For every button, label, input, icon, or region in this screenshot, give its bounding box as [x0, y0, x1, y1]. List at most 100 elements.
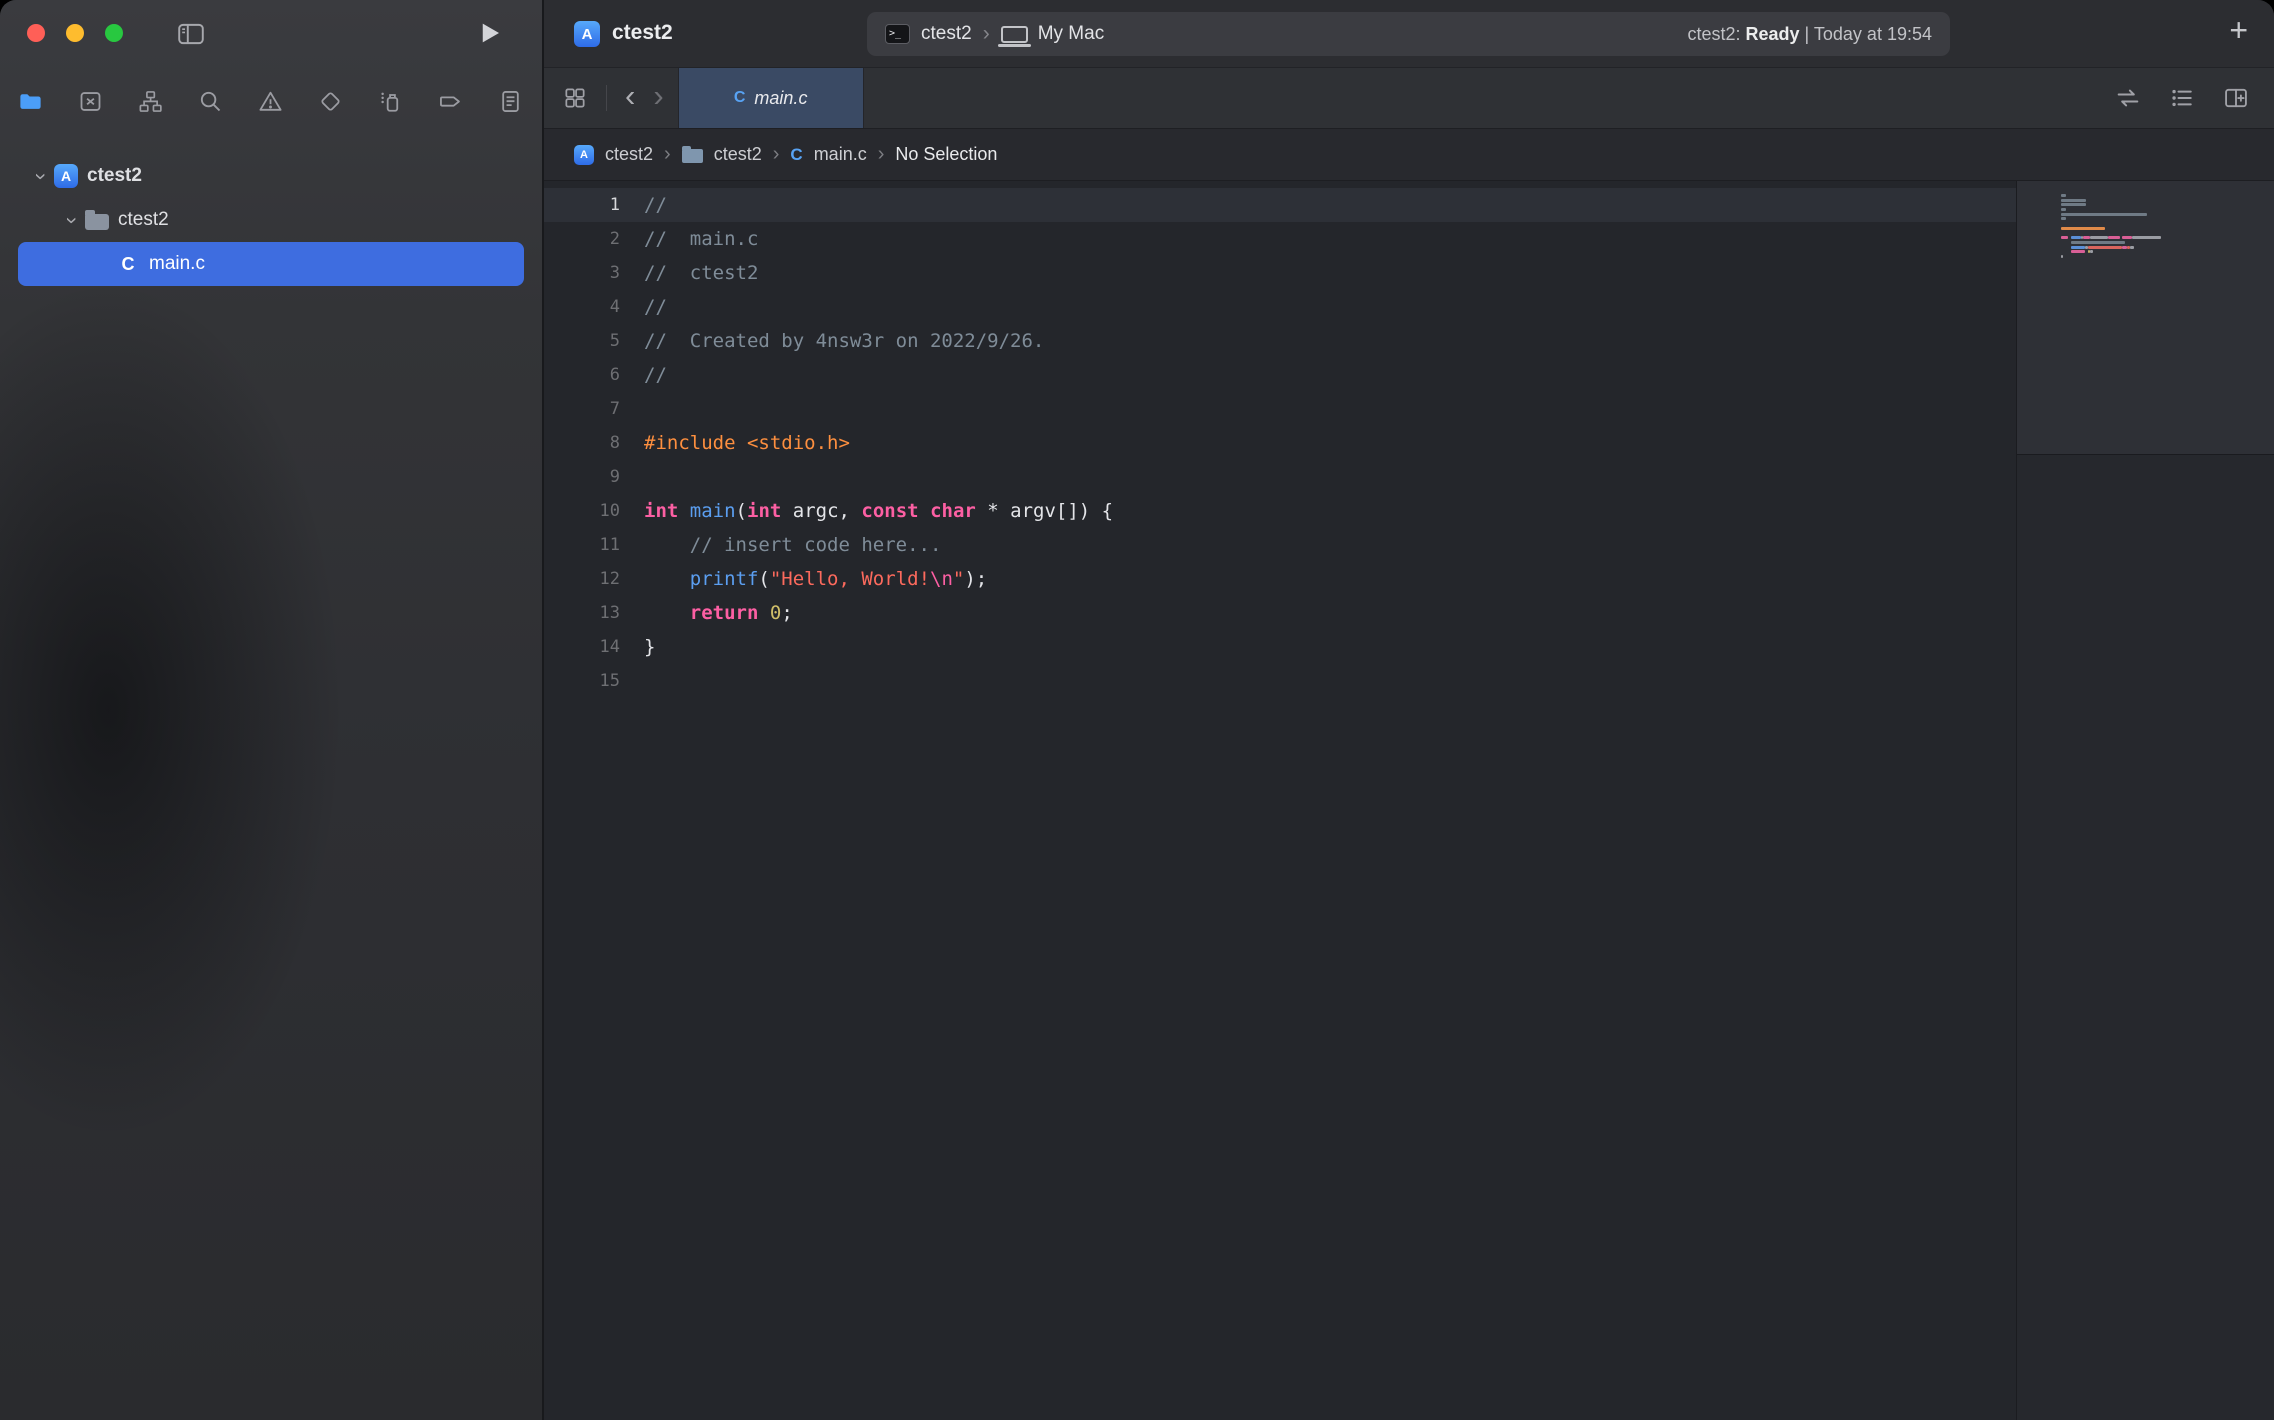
- jump-bar: A ctest2 › ctest2 › C main.c › No Select…: [544, 129, 2274, 181]
- go-forward-button[interactable]: ›: [653, 80, 663, 116]
- line-text: }: [644, 630, 655, 664]
- minimap-line: [2061, 241, 2161, 244]
- code-line-6[interactable]: 6//: [544, 358, 2016, 392]
- xcode-project-icon: A: [574, 21, 600, 47]
- code-line-8[interactable]: 8#include <stdio.h>: [544, 426, 2016, 460]
- line-number: 11: [544, 528, 620, 562]
- disclosure-chevron-icon[interactable]: ›: [31, 163, 52, 189]
- crumb-file[interactable]: main.c: [814, 144, 867, 165]
- symbol-navigator-icon[interactable]: [137, 88, 164, 115]
- line-number: 6: [544, 358, 620, 392]
- code-line-12[interactable]: 12 printf("Hello, World!\n");: [544, 562, 2016, 596]
- navigator-sidebar: ›Actest2›ctest2Cmain.c: [0, 0, 542, 1420]
- line-number: 14: [544, 630, 620, 664]
- scheme-and-activity: >_ ctest2 › My Mac ctest2: Ready | Today…: [867, 12, 1950, 56]
- source-control-navigator-icon[interactable]: [77, 88, 104, 115]
- adjust-editor-options-icon[interactable]: [2168, 84, 2196, 112]
- code-line-14[interactable]: 14}: [544, 630, 2016, 664]
- c-file-crumb-icon: C: [790, 145, 802, 165]
- run-button[interactable]: [474, 18, 504, 48]
- tree-item-main.c[interactable]: Cmain.c: [18, 242, 524, 286]
- status-project: ctest2:: [1687, 24, 1740, 44]
- code-review-icon[interactable]: [2114, 84, 2142, 112]
- line-text: printf("Hello, World!\n");: [644, 562, 987, 596]
- destination-selector[interactable]: My Mac: [1038, 23, 1105, 45]
- c-file-icon: C: [116, 252, 140, 276]
- line-text: // Created by 4nsw3r on 2022/9/26.: [644, 324, 1044, 358]
- code-area[interactable]: 1//2// main.c3// ctest24//5 // Created by…: [544, 181, 2016, 1420]
- project-navigator-icon[interactable]: [17, 88, 44, 115]
- close-window-button[interactable]: [27, 24, 45, 42]
- line-number: 4: [544, 290, 620, 324]
- line-number: 10: [544, 494, 620, 528]
- sidebar-toolbar: [0, 0, 542, 68]
- window-title: ctest2: [612, 21, 673, 45]
- folder-icon: [85, 214, 109, 230]
- minimap-line: [2061, 250, 2161, 253]
- minimap-line: [2061, 246, 2161, 249]
- tab-main-c[interactable]: C main.c: [678, 68, 864, 128]
- toolbar-separator: [606, 85, 607, 111]
- minimap-line: [2061, 208, 2161, 211]
- crumb-project[interactable]: ctest2: [605, 144, 653, 165]
- report-navigator-icon[interactable]: [497, 88, 524, 115]
- toggle-sidebar-icon[interactable]: [176, 19, 206, 49]
- minimap-line: [2061, 222, 2161, 225]
- issue-navigator-icon[interactable]: [257, 88, 284, 115]
- code-line-15[interactable]: 15: [544, 664, 2016, 698]
- minimize-window-button[interactable]: [66, 24, 84, 42]
- code-line-7[interactable]: 7: [544, 392, 2016, 426]
- line-text: int main(int argc, const char * argv[]) …: [644, 494, 1113, 528]
- code-line-3[interactable]: 3// ctest2: [544, 256, 2016, 290]
- tab-label: main.c: [754, 88, 807, 109]
- project-crumb-icon: A: [574, 145, 594, 165]
- minimap-line: [2061, 203, 2161, 206]
- main-area: A ctest2 >_ ctest2 › My Mac ctest2: Read…: [544, 0, 2274, 1420]
- line-number: 12: [544, 562, 620, 596]
- code-line-9[interactable]: 9: [544, 460, 2016, 494]
- mac-destination-icon: [1001, 26, 1028, 43]
- minimap-line: [2061, 255, 2161, 258]
- minimap-line: [2061, 236, 2161, 239]
- minimap-line: [2061, 260, 2161, 263]
- line-number: 13: [544, 596, 620, 630]
- disclosure-chevron-icon[interactable]: ›: [62, 207, 83, 233]
- code-line-2[interactable]: 2// main.c: [544, 222, 2016, 256]
- tree-item-ctest2[interactable]: ›ctest2: [18, 198, 524, 242]
- code-line-10[interactable]: 10 int main(int argc, const char * argv[]…: [544, 494, 2016, 528]
- scheme-selector[interactable]: ctest2: [921, 23, 972, 45]
- test-navigator-icon[interactable]: [317, 88, 344, 115]
- zoom-window-button[interactable]: [105, 24, 123, 42]
- line-number: 5: [544, 324, 620, 358]
- go-back-button[interactable]: ‹: [625, 80, 635, 116]
- debug-navigator-icon[interactable]: [377, 88, 404, 115]
- crumb-selection[interactable]: No Selection: [895, 144, 997, 165]
- xcode-project-icon: A: [54, 164, 78, 188]
- minimap-line: [2061, 217, 2161, 220]
- tab-overview-icon[interactable]: [562, 85, 588, 111]
- tree-item-ctest2[interactable]: ›Actest2: [18, 154, 524, 198]
- activity-status: ctest2: Ready | Today at 19:54: [1687, 24, 1932, 45]
- command-line-target-icon: >_: [885, 24, 910, 44]
- breakpoint-navigator-icon[interactable]: [437, 88, 464, 115]
- chevron-right-icon: ›: [664, 143, 671, 166]
- line-number: 3: [544, 256, 620, 290]
- code-line-4[interactable]: 4//: [544, 290, 2016, 324]
- minimap-line: [2061, 232, 2161, 235]
- line-text: // main.c: [644, 222, 758, 256]
- code-line-1[interactable]: 1//: [544, 188, 2016, 222]
- navigator-bar: [0, 68, 542, 150]
- folder-crumb-icon: [682, 149, 703, 163]
- library-add-button[interactable]: +: [2229, 14, 2248, 46]
- source-editor[interactable]: 1//2// main.c3// ctest24//5 // Created by…: [544, 181, 2274, 1420]
- line-number: 7: [544, 392, 620, 426]
- add-editor-icon[interactable]: [2222, 84, 2250, 112]
- code-line-11[interactable]: 11 // insert code here...: [544, 528, 2016, 562]
- tab-tools: ‹ ›: [544, 68, 664, 128]
- crumb-group[interactable]: ctest2: [714, 144, 762, 165]
- find-navigator-icon[interactable]: [197, 88, 224, 115]
- code-line-5[interactable]: 5 // Created by 4nsw3r on 2022/9/26.: [544, 324, 2016, 358]
- editor-controls: [2114, 68, 2274, 128]
- code-line-13[interactable]: 13 return 0;: [544, 596, 2016, 630]
- minimap[interactable]: [2016, 181, 2274, 1420]
